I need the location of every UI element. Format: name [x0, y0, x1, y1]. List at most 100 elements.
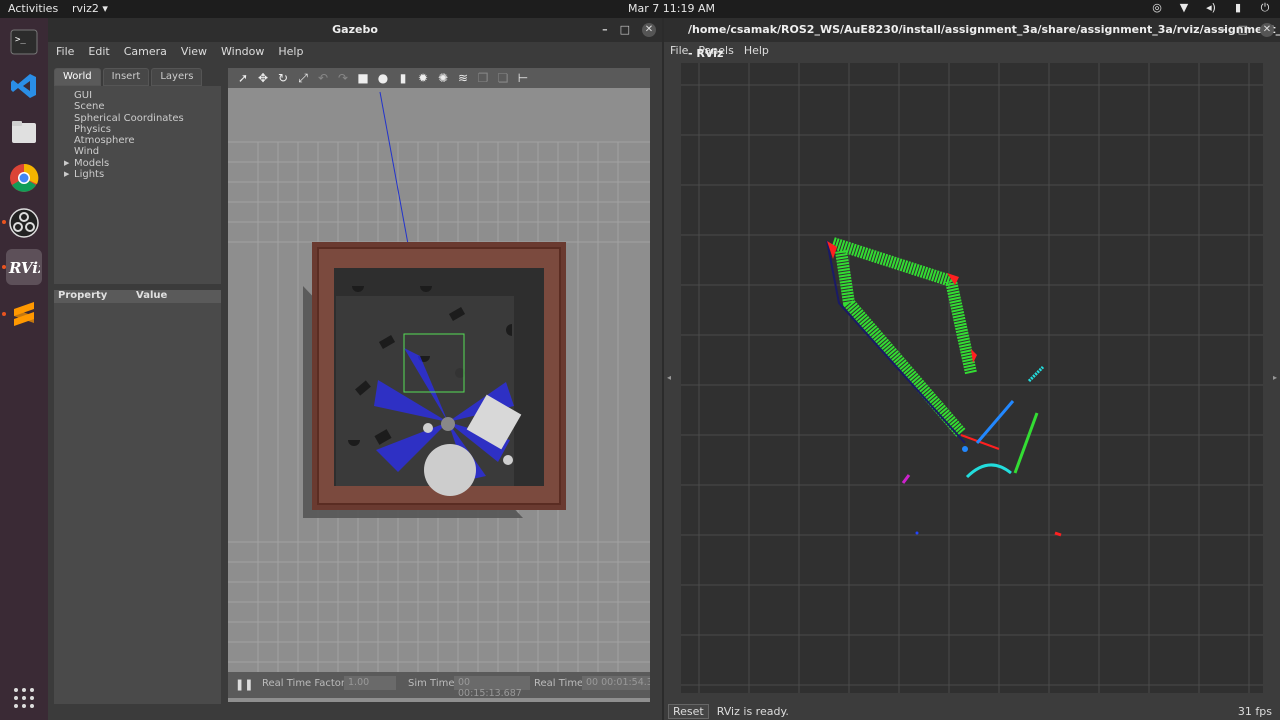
gazebo-left-panel: World Insert Layers GUI Scene Spherical … [54, 68, 221, 704]
directional-light-icon[interactable]: ≋ [456, 71, 470, 85]
translate-tool-icon[interactable]: ✥ [256, 71, 270, 85]
top-bar: Activities rviz2 ▾ Mar 7 11:19 AM ◎ ▼ ◂)… [0, 0, 1280, 18]
rviz-menubar: File Panels Help [664, 42, 1280, 58]
spot-light-icon[interactable]: ✺ [436, 71, 450, 85]
copy-icon[interactable]: ❐ [476, 71, 490, 85]
gazebo-title: Gazebo [332, 23, 378, 36]
tree-item-models[interactable]: ▶ Models [54, 158, 221, 169]
small-sphere [503, 455, 513, 465]
chrome-tray-icon[interactable]: ◎ [1150, 1, 1164, 15]
gazebo-window: Gazebo – □ ✕ File Edit Camera View Windo… [48, 18, 662, 720]
tree-item-lights[interactable]: ▶ Lights [54, 169, 221, 180]
point-light-icon[interactable]: ✹ [416, 71, 430, 85]
tree-item-gui[interactable]: GUI [54, 90, 221, 101]
align-icon[interactable]: ⊢ [516, 71, 530, 85]
chrome-icon[interactable] [6, 160, 42, 196]
tree-item-wind[interactable]: Wind [54, 146, 221, 157]
gazebo-status-bar: ❚❚ Real Time Factor: 1.00 Sim Time: 00 0… [228, 672, 650, 699]
menu-view[interactable]: View [181, 45, 207, 58]
box-shape-icon[interactable]: ■ [356, 71, 370, 85]
collapse-left-icon[interactable]: ◂ [667, 373, 671, 382]
gazebo-menubar: File Edit Camera View Window Help [48, 42, 662, 60]
running-indicator [2, 265, 6, 269]
rviz-titlebar[interactable]: /home/csamak/ROS2_WS/AuE8230/install/ass… [664, 18, 1280, 60]
rtf-label: Real Time Factor: [262, 678, 349, 689]
vscode-icon[interactable] [6, 68, 42, 104]
menu-edit[interactable]: Edit [88, 45, 109, 58]
menu-camera[interactable]: Camera [124, 45, 167, 58]
menu-window[interactable]: Window [221, 45, 264, 58]
reset-button[interactable]: Reset [668, 703, 709, 719]
obs-icon[interactable] [6, 205, 42, 241]
undo-icon[interactable]: ↶ [316, 71, 330, 85]
dock: >_ RViz [0, 18, 48, 720]
paste-icon[interactable]: ❏ [496, 71, 510, 85]
gazebo-3d-scene[interactable] [228, 88, 650, 672]
cylinder-shape-icon[interactable]: ▮ [396, 71, 410, 85]
robot-model[interactable] [441, 417, 455, 431]
sphere-shape-icon[interactable]: ● [376, 71, 390, 85]
wifi-icon[interactable]: ▼ [1177, 1, 1191, 15]
system-tray[interactable]: ◎ ▼ ◂) ▮ ⏻ [1150, 1, 1272, 15]
tree-item-atmosphere[interactable]: Atmosphere [54, 135, 221, 146]
terminal-icon[interactable]: >_ [6, 24, 42, 60]
running-indicator [2, 312, 6, 316]
maximize-icon[interactable]: □ [1238, 18, 1248, 42]
real-time-label: Real Time: [534, 678, 587, 689]
rotate-tool-icon[interactable]: ↻ [276, 71, 290, 85]
tree-item-scene[interactable]: Scene [54, 101, 221, 112]
running-indicator [2, 220, 6, 224]
rviz-icon[interactable]: RViz [6, 249, 42, 285]
small-sphere [423, 423, 433, 433]
close-icon[interactable]: ✕ [1260, 23, 1274, 37]
scale-tool-icon[interactable]: ⤢ [296, 71, 310, 85]
svg-text:RViz: RViz [8, 259, 40, 277]
menu-file[interactable]: File [670, 44, 688, 57]
gazebo-titlebar[interactable]: Gazebo – □ ✕ [48, 18, 662, 42]
clock[interactable]: Mar 7 11:19 AM [628, 2, 715, 15]
pause-icon[interactable]: ❚❚ [235, 678, 253, 691]
sim-time-label: Sim Time: [408, 678, 458, 689]
show-apps-icon[interactable] [6, 680, 42, 716]
expand-arrow-icon[interactable]: ▶ [64, 158, 69, 169]
tab-world[interactable]: World [54, 68, 101, 86]
cylinder-obstacle [424, 444, 476, 496]
close-icon[interactable]: ✕ [642, 23, 656, 37]
collapse-right-icon[interactable]: ▸ [1273, 373, 1277, 382]
property-panel: Property Value [54, 290, 221, 704]
redo-icon[interactable]: ↷ [336, 71, 350, 85]
real-time-value: 00 00:01:54.3 [582, 676, 650, 690]
property-column-header: Property [58, 290, 108, 301]
rviz-window: /home/csamak/ROS2_WS/AuE8230/install/ass… [664, 18, 1280, 720]
select-tool-icon[interactable]: ➚ [236, 71, 250, 85]
maximize-icon[interactable]: □ [620, 18, 630, 42]
gazebo-viewport[interactable]: ➚ ✥ ↻ ⤢ ↶ ↷ ■ ● ▮ ✹ ✺ ≋ ❐ ❏ ⊢ ❚❚ Real Ti… [228, 68, 650, 702]
tree-item-spherical-coordinates[interactable]: Spherical Coordinates [54, 113, 221, 124]
sublime-icon[interactable] [6, 296, 42, 332]
menu-help[interactable]: Help [278, 45, 303, 58]
battery-icon[interactable]: ▮ [1231, 1, 1245, 15]
menu-file[interactable]: File [56, 45, 74, 58]
power-menu-icon[interactable]: ⏻ [1258, 1, 1272, 15]
fps-readout: 31 fps [1237, 704, 1272, 718]
menu-help[interactable]: Help [744, 44, 769, 57]
minimize-icon[interactable]: – [1220, 18, 1226, 42]
expand-arrow-icon[interactable]: ▶ [64, 169, 69, 180]
status-message: RViz is ready. [716, 704, 789, 718]
rviz-3d-view[interactable] [681, 63, 1263, 693]
tab-layers[interactable]: Layers [151, 68, 203, 86]
tree-item-physics[interactable]: Physics [54, 124, 221, 135]
app-menu[interactable]: rviz2 ▾ [72, 2, 108, 15]
tree-item-label: Models [74, 157, 110, 169]
rviz-status-bar: Reset RViz is ready. 31 fps [664, 702, 1280, 720]
files-icon[interactable] [6, 114, 42, 150]
minimize-icon[interactable]: – [602, 18, 608, 42]
tab-insert[interactable]: Insert [102, 68, 150, 86]
rtf-value: 1.00 [344, 676, 396, 690]
activities-button[interactable]: Activities [8, 2, 58, 15]
svg-text:>_: >_ [15, 35, 26, 45]
property-header: Property Value [54, 290, 221, 303]
tree-item-label: Lights [74, 169, 105, 181]
volume-icon[interactable]: ◂) [1204, 1, 1218, 15]
world-tree: GUI Scene Spherical Coordinates Physics … [54, 86, 221, 284]
